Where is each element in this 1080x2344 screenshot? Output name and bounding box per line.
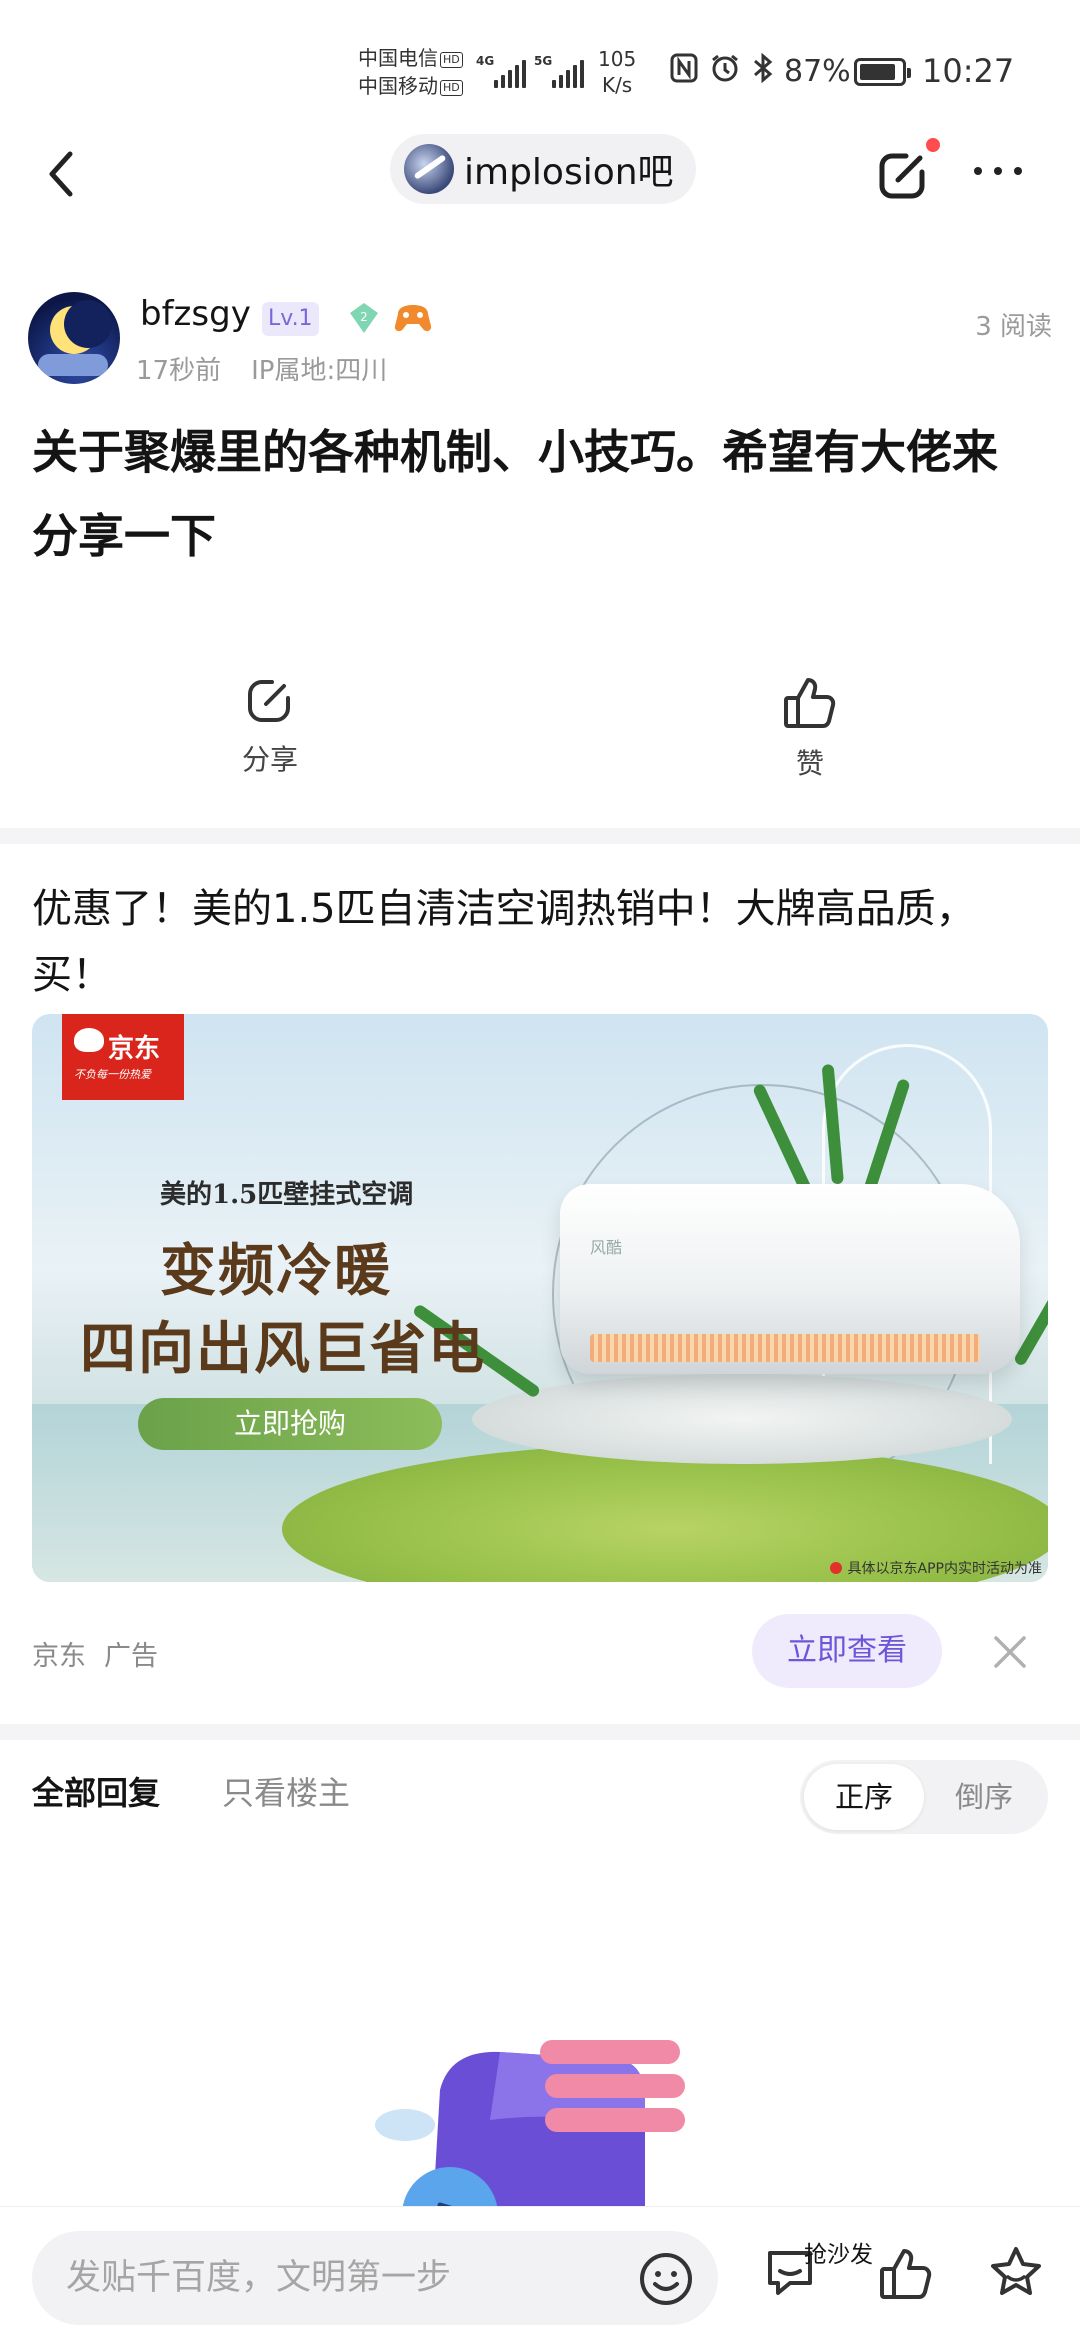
ad-source: 京东 广告 <box>32 1634 158 1673</box>
share-button[interactable]: 分享 <box>210 672 330 778</box>
jd-slogan: 不负每一份热爱 <box>74 1068 151 1081</box>
forum-name: implosion吧 <box>464 152 674 193</box>
banner-subtitle: 美的1.5匹壁挂式空调 <box>160 1180 414 1210</box>
banner-headline-2: 四向出风巨省电 <box>80 1316 486 1382</box>
reply-input[interactable]: 发贴千百度，文明第一步 <box>32 2231 718 2325</box>
edit-icon <box>879 153 925 199</box>
more-button[interactable] <box>968 156 1028 186</box>
jd-logo: 京东 不负每一份热爱 <box>62 1014 184 1100</box>
star-icon[interactable] <box>986 2243 1046 2303</box>
author-name[interactable]: bfzsgy <box>140 294 251 334</box>
forum-avatar <box>404 144 454 194</box>
share-icon <box>248 680 290 722</box>
read-count: 3 阅读 <box>975 312 1052 342</box>
ip-location: IP属地:四川 <box>251 356 388 386</box>
ad-view-button[interactable]: 立即查看 <box>752 1614 942 1688</box>
network-type-1: 4G <box>476 54 495 68</box>
banner-buy-button[interactable]: 立即抢购 <box>138 1398 442 1450</box>
reply-tabs: 全部回复 只看楼主 <box>32 1768 350 1814</box>
forum-link[interactable]: implosion吧 <box>390 134 696 204</box>
like-button[interactable]: 赞 <box>750 672 870 782</box>
post-meta: 17秒前 IP属地:四川 <box>136 350 387 387</box>
ad-title[interactable]: 优惠了！美的1.5匹自清洁空调热销中！大牌高品质，买！ <box>32 876 1048 1008</box>
post-title: 关于聚爆里的各种机制、小技巧。希望有大佬来分享一下 <box>32 425 998 563</box>
hd-badge: HD <box>440 80 463 96</box>
compose-button[interactable] <box>872 142 936 206</box>
speed-unit: K/s <box>601 73 633 97</box>
more-dot-icon <box>974 167 982 175</box>
badge-number: 2 <box>360 310 368 324</box>
chevron-left-icon <box>49 151 73 197</box>
sort-descending[interactable]: 倒序 <box>924 1764 1044 1830</box>
section-divider <box>0 828 1080 844</box>
ad-banner[interactable]: 风酷 京东 不负每一份热爱 美的1.5匹壁挂式空调 变频冷暖 四向出风巨省电 立… <box>32 1014 1048 1582</box>
hd-badge: HD <box>440 52 463 68</box>
thumbs-up-icon[interactable] <box>876 2243 936 2303</box>
carrier-2: 中国移动 <box>358 74 438 98</box>
status-bar: 中国电信 HD 中国移动 HD 4G 5G 105 K/s 87% 10:27 <box>0 0 1080 130</box>
banner-headline-1: 变频冷暖 <box>160 1238 392 1304</box>
share-label: 分享 <box>241 743 298 776</box>
speed-value: 105 <box>598 47 637 71</box>
diamond-badge-icon: 2 <box>350 303 378 333</box>
notification-dot <box>926 138 940 152</box>
status-time: 10:27 <box>922 52 1015 90</box>
back-button[interactable] <box>38 144 86 204</box>
network-speed: 105 K/s <box>598 46 636 98</box>
gamepad-badge-icon <box>394 305 432 332</box>
bluetooth-icon <box>754 52 773 84</box>
battery-icon <box>854 58 911 86</box>
like-label: 赞 <box>795 747 824 780</box>
carrier-info: 中国电信 HD 中国移动 HD <box>358 44 463 100</box>
reply-input-placeholder: 发贴千百度，文明第一步 <box>66 2258 452 2298</box>
thumbs-up-icon <box>784 678 836 728</box>
more-dot-icon <box>1014 167 1022 175</box>
bottom-bar: 发贴千百度，文明第一步 抢沙发 <box>0 2206 1080 2344</box>
sofa-label: 抢沙发 <box>804 2242 873 2268</box>
sort-toggle[interactable]: 正序 倒序 <box>800 1760 1048 1834</box>
battery-percent: 87% <box>784 54 851 89</box>
unit-brand: 风酷 <box>590 1238 623 1257</box>
banner-disclaimer: 具体以京东APP内实时活动为准 <box>830 1558 1042 1578</box>
more-dot-icon <box>994 167 1002 175</box>
jd-dog-icon <box>74 1028 104 1052</box>
tab-op-only[interactable]: 只看楼主 <box>222 1774 350 1812</box>
post-time: 17秒前 <box>136 356 222 386</box>
close-icon <box>994 1636 1026 1668</box>
avatar[interactable] <box>28 292 120 384</box>
network-type-2: 5G <box>534 54 553 68</box>
emoji-icon[interactable] <box>638 2251 694 2307</box>
ad-label: 广告 <box>104 1641 158 1672</box>
top-nav: implosion吧 <box>0 130 1080 216</box>
jd-logo-text: 京东 <box>108 1034 161 1064</box>
ad-close-button[interactable] <box>990 1632 1030 1672</box>
alarm-icon <box>712 54 738 82</box>
level-badge: Lv.1 <box>262 302 319 336</box>
ad-source-name: 京东 <box>32 1641 86 1672</box>
post-author: bfzsgy Lv.1 2 17秒前 IP属地:四川 3 阅读 <box>28 288 1052 398</box>
section-divider <box>0 1724 1080 1740</box>
nfc-icon <box>670 53 698 83</box>
tab-all-replies[interactable]: 全部回复 <box>32 1774 160 1812</box>
sort-ascending[interactable]: 正序 <box>804 1764 924 1830</box>
air-conditioner-image: 风酷 <box>560 1184 1020 1374</box>
carrier-1: 中国电信 <box>358 46 438 70</box>
